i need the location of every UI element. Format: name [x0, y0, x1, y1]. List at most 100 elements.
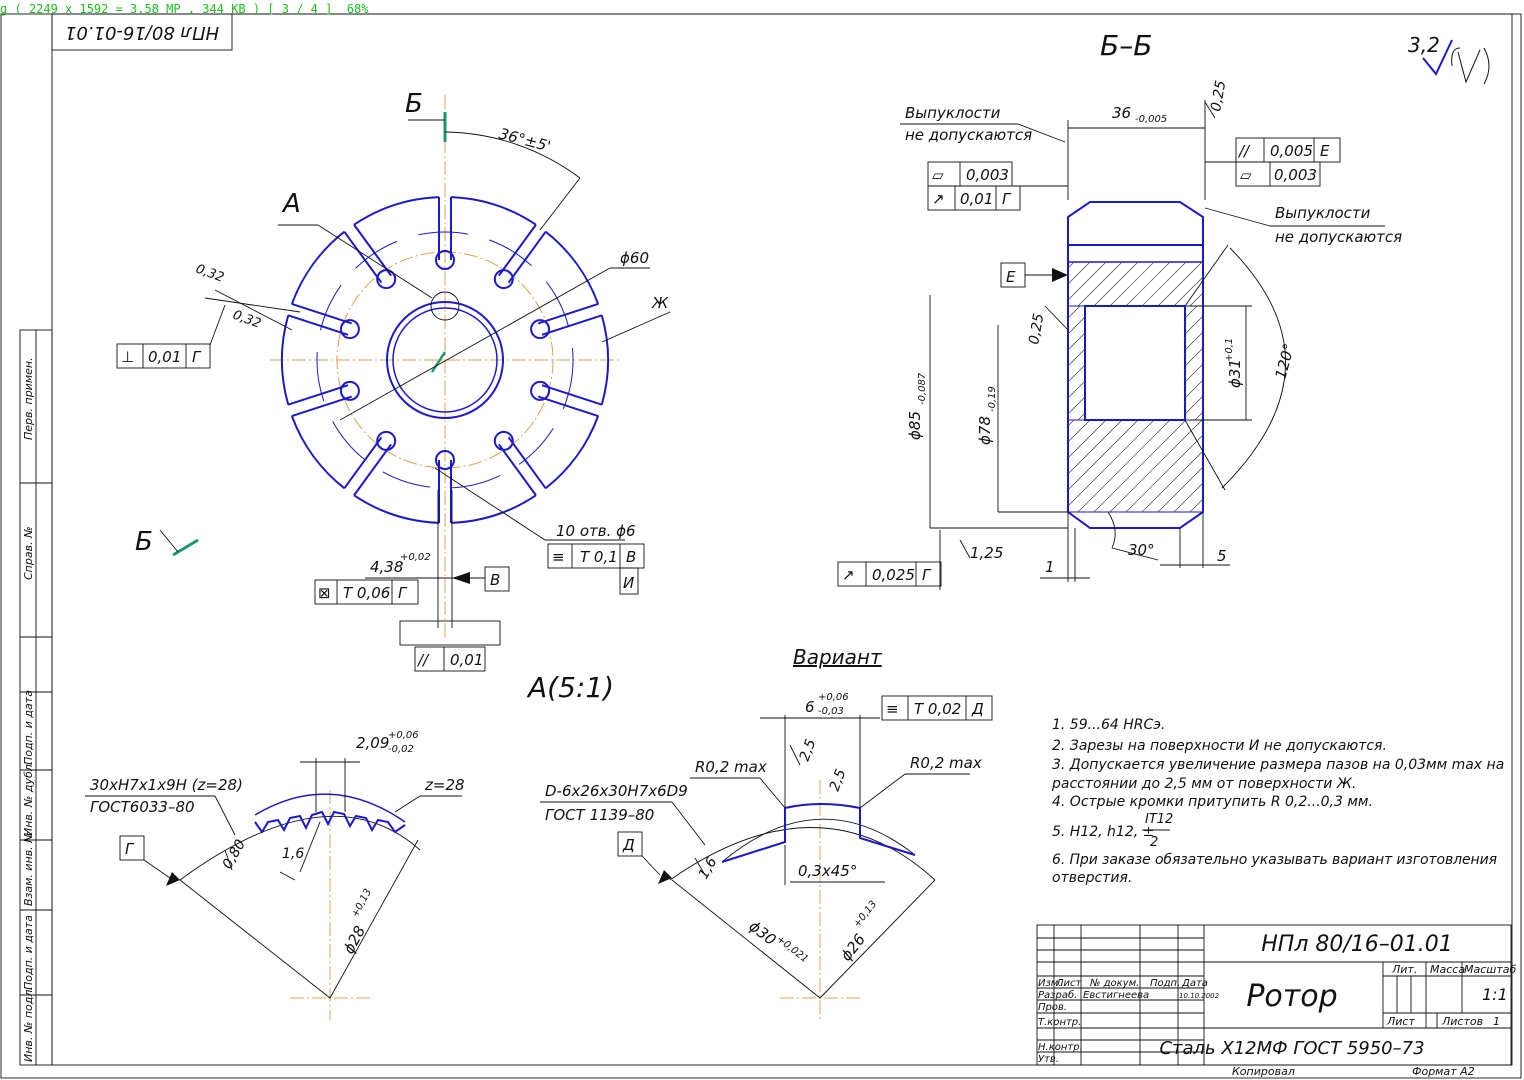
dia60-label: ϕ60 — [620, 249, 649, 267]
datum-v-triangle — [452, 572, 470, 584]
note-3a: 3. Допускается увеличение размера пазов … — [1052, 757, 1504, 773]
note-right-2: не допускаются — [1275, 228, 1402, 246]
tooth-tol-up: +0,06 — [388, 730, 419, 741]
note-left-2: не допускаются — [905, 126, 1032, 144]
spline-a-spec-2: ГОСТ6033–80 — [90, 798, 195, 816]
hatch-line — [1067, 332, 1086, 351]
d31-tol: +0,1 — [1224, 338, 1235, 362]
svg-text:⊥: ⊥ — [121, 348, 134, 366]
side-label-perv: Перв. примен. — [22, 357, 35, 440]
svg-text:Т 0,06: Т 0,06 — [343, 584, 390, 602]
d26-label: ϕ26 — [837, 931, 869, 965]
hatch-line — [1141, 450, 1204, 513]
rough-025-left: 0,25 — [1026, 312, 1047, 346]
hatch-line — [1184, 315, 1204, 335]
hatch-line — [1067, 419, 1091, 443]
svg-text:И: И — [623, 574, 634, 592]
svg-text:0,025: 0,025 — [872, 566, 915, 584]
technical-notes: 1. 59...64 HRCэ. 2. Зарезы на поверхност… — [1051, 717, 1504, 886]
tb-listov-label: Листов — [1441, 1015, 1483, 1028]
side-label-vzam: Взам. инв. № — [22, 831, 35, 906]
svg-text:Г: Г — [192, 348, 202, 366]
d26-tol: +0,13 — [852, 899, 880, 930]
angle-120: 120° — [1271, 341, 1298, 381]
side-label-podl: Инв. № подл. — [22, 986, 35, 1062]
d28-tol: +0,13 — [350, 887, 374, 919]
svg-text:↗: ↗ — [842, 566, 855, 584]
roughness-value: 3,2 — [1408, 33, 1440, 57]
tb-row-nkontr: Н.контр. — [1038, 1042, 1083, 1053]
angle-30: 30° — [1128, 541, 1155, 559]
hatch-line — [1125, 261, 1171, 307]
hatch-line — [1067, 419, 1107, 459]
section-label-top: Б — [405, 89, 423, 119]
width-dim: 36 — [1112, 104, 1131, 122]
section-mark-bottom — [172, 538, 199, 557]
svg-text:0,01: 0,01 — [960, 190, 993, 208]
note-6a: 6. При заказе обязательно указывать вари… — [1052, 852, 1497, 868]
tb-format: Формат А2 — [1412, 1065, 1475, 1078]
spline-b-spec-1: D-6х26х30Н7х6D9 — [545, 782, 688, 800]
hatch-line — [1067, 380, 1086, 399]
engineering-drawing: НПл 80/16-01.01 3,2 Перв. примен. Справ.… — [0, 13, 1522, 1079]
width-tol: -0,005 — [1135, 114, 1167, 125]
hatch-line — [1184, 347, 1204, 367]
section-top-rim — [1067, 201, 1204, 246]
dim-5: 5 — [1217, 547, 1227, 565]
tb-material: Сталь Х12МФ ГОСТ 5950–73 — [1159, 1038, 1424, 1059]
tb-row-utv: Утв. — [1038, 1054, 1059, 1065]
hatch-line — [1067, 364, 1086, 383]
hatch-line — [1184, 395, 1204, 415]
detail-a-title: А(5:1) — [526, 671, 614, 704]
svg-text:↗: ↗ — [932, 190, 945, 208]
hatch-line — [1067, 261, 1091, 285]
variant-title: Вариант — [793, 645, 883, 669]
variant-keyway — [721, 803, 916, 863]
rough-025-top: 0,25 — [1208, 79, 1229, 113]
variant-width-up: +0,06 — [818, 692, 849, 703]
hatch-line — [1077, 261, 1123, 307]
note-4: 4. Острые кромки притупить R 0,2...0,3 м… — [1052, 794, 1373, 810]
tb-listov-value: 1 — [1493, 1015, 1500, 1028]
section-bore — [1084, 305, 1186, 421]
tb-list-label: Лист — [1386, 1015, 1415, 1028]
tb-kopiroval: Копировал — [1232, 1065, 1295, 1078]
hatch-line — [1141, 261, 1187, 307]
side-label-podp1: Подп. и дата — [22, 690, 35, 765]
datum-g-label: Г — [125, 840, 135, 858]
svg-text:В: В — [626, 548, 636, 566]
svg-text:0,01: 0,01 — [148, 348, 181, 366]
svg-text:Т 0,02: Т 0,02 — [914, 700, 961, 718]
title-block: Изм. Лист № докум. Подп. Дата Разраб. Ев… — [1036, 924, 1516, 1078]
svg-text:Д: Д — [971, 700, 984, 718]
detail-a-label: А — [281, 189, 301, 219]
hatch-line — [1189, 498, 1204, 513]
par-tolerance-frame-front: // 0,01 — [414, 646, 486, 672]
hatch-line — [1093, 261, 1139, 307]
tooth-dim: 2,09 — [356, 734, 389, 752]
slot-dim: 4,38 — [370, 558, 403, 576]
dim-1: 1 — [1045, 558, 1055, 576]
d30-tol: +0,021 — [774, 934, 810, 965]
slot-dim-tol: +0,02 — [400, 552, 431, 563]
detail-a-view: А(5:1) 2,09 +0,06 -0,02 30хН7х1х9Н (z=28… — [85, 671, 614, 1020]
d30-label: ϕ30 — [746, 917, 780, 949]
r-left: R0,2 max — [695, 758, 767, 776]
hatch-line — [1173, 482, 1204, 513]
tb-scale-value: 1:1 — [1482, 985, 1508, 1004]
spline-a-spec-1: 30хН7х1х9Н (z=28) — [90, 776, 243, 794]
slot-cross-section — [399, 620, 501, 646]
runout-tolerance-frame-bottom: ↗ 0,025 Г — [837, 561, 942, 587]
chamfer-label: 0,3х45° — [798, 862, 857, 880]
hatch-line — [1067, 305, 1081, 319]
svg-text://: // — [416, 651, 430, 669]
hatch-line — [1067, 419, 1139, 491]
dim-032-b: 0,32 — [231, 308, 263, 332]
svg-text:0,003: 0,003 — [966, 166, 1009, 184]
holes-note: 10 отв. ϕ6 — [556, 522, 636, 540]
note-right-1: Выпуклости — [1275, 204, 1371, 222]
variant-sym-tolerance-frame: ≡ Т 0,02 Д — [881, 695, 993, 721]
front-view: Б Б А 36°±5' ϕ60 Ж 0,32 0,32 ⊥ 0,01 Г 10… — [116, 89, 671, 672]
zh-label: Ж — [651, 294, 669, 312]
pos-tolerance-frame: ⊠ Т 0,06 Г — [314, 579, 419, 605]
